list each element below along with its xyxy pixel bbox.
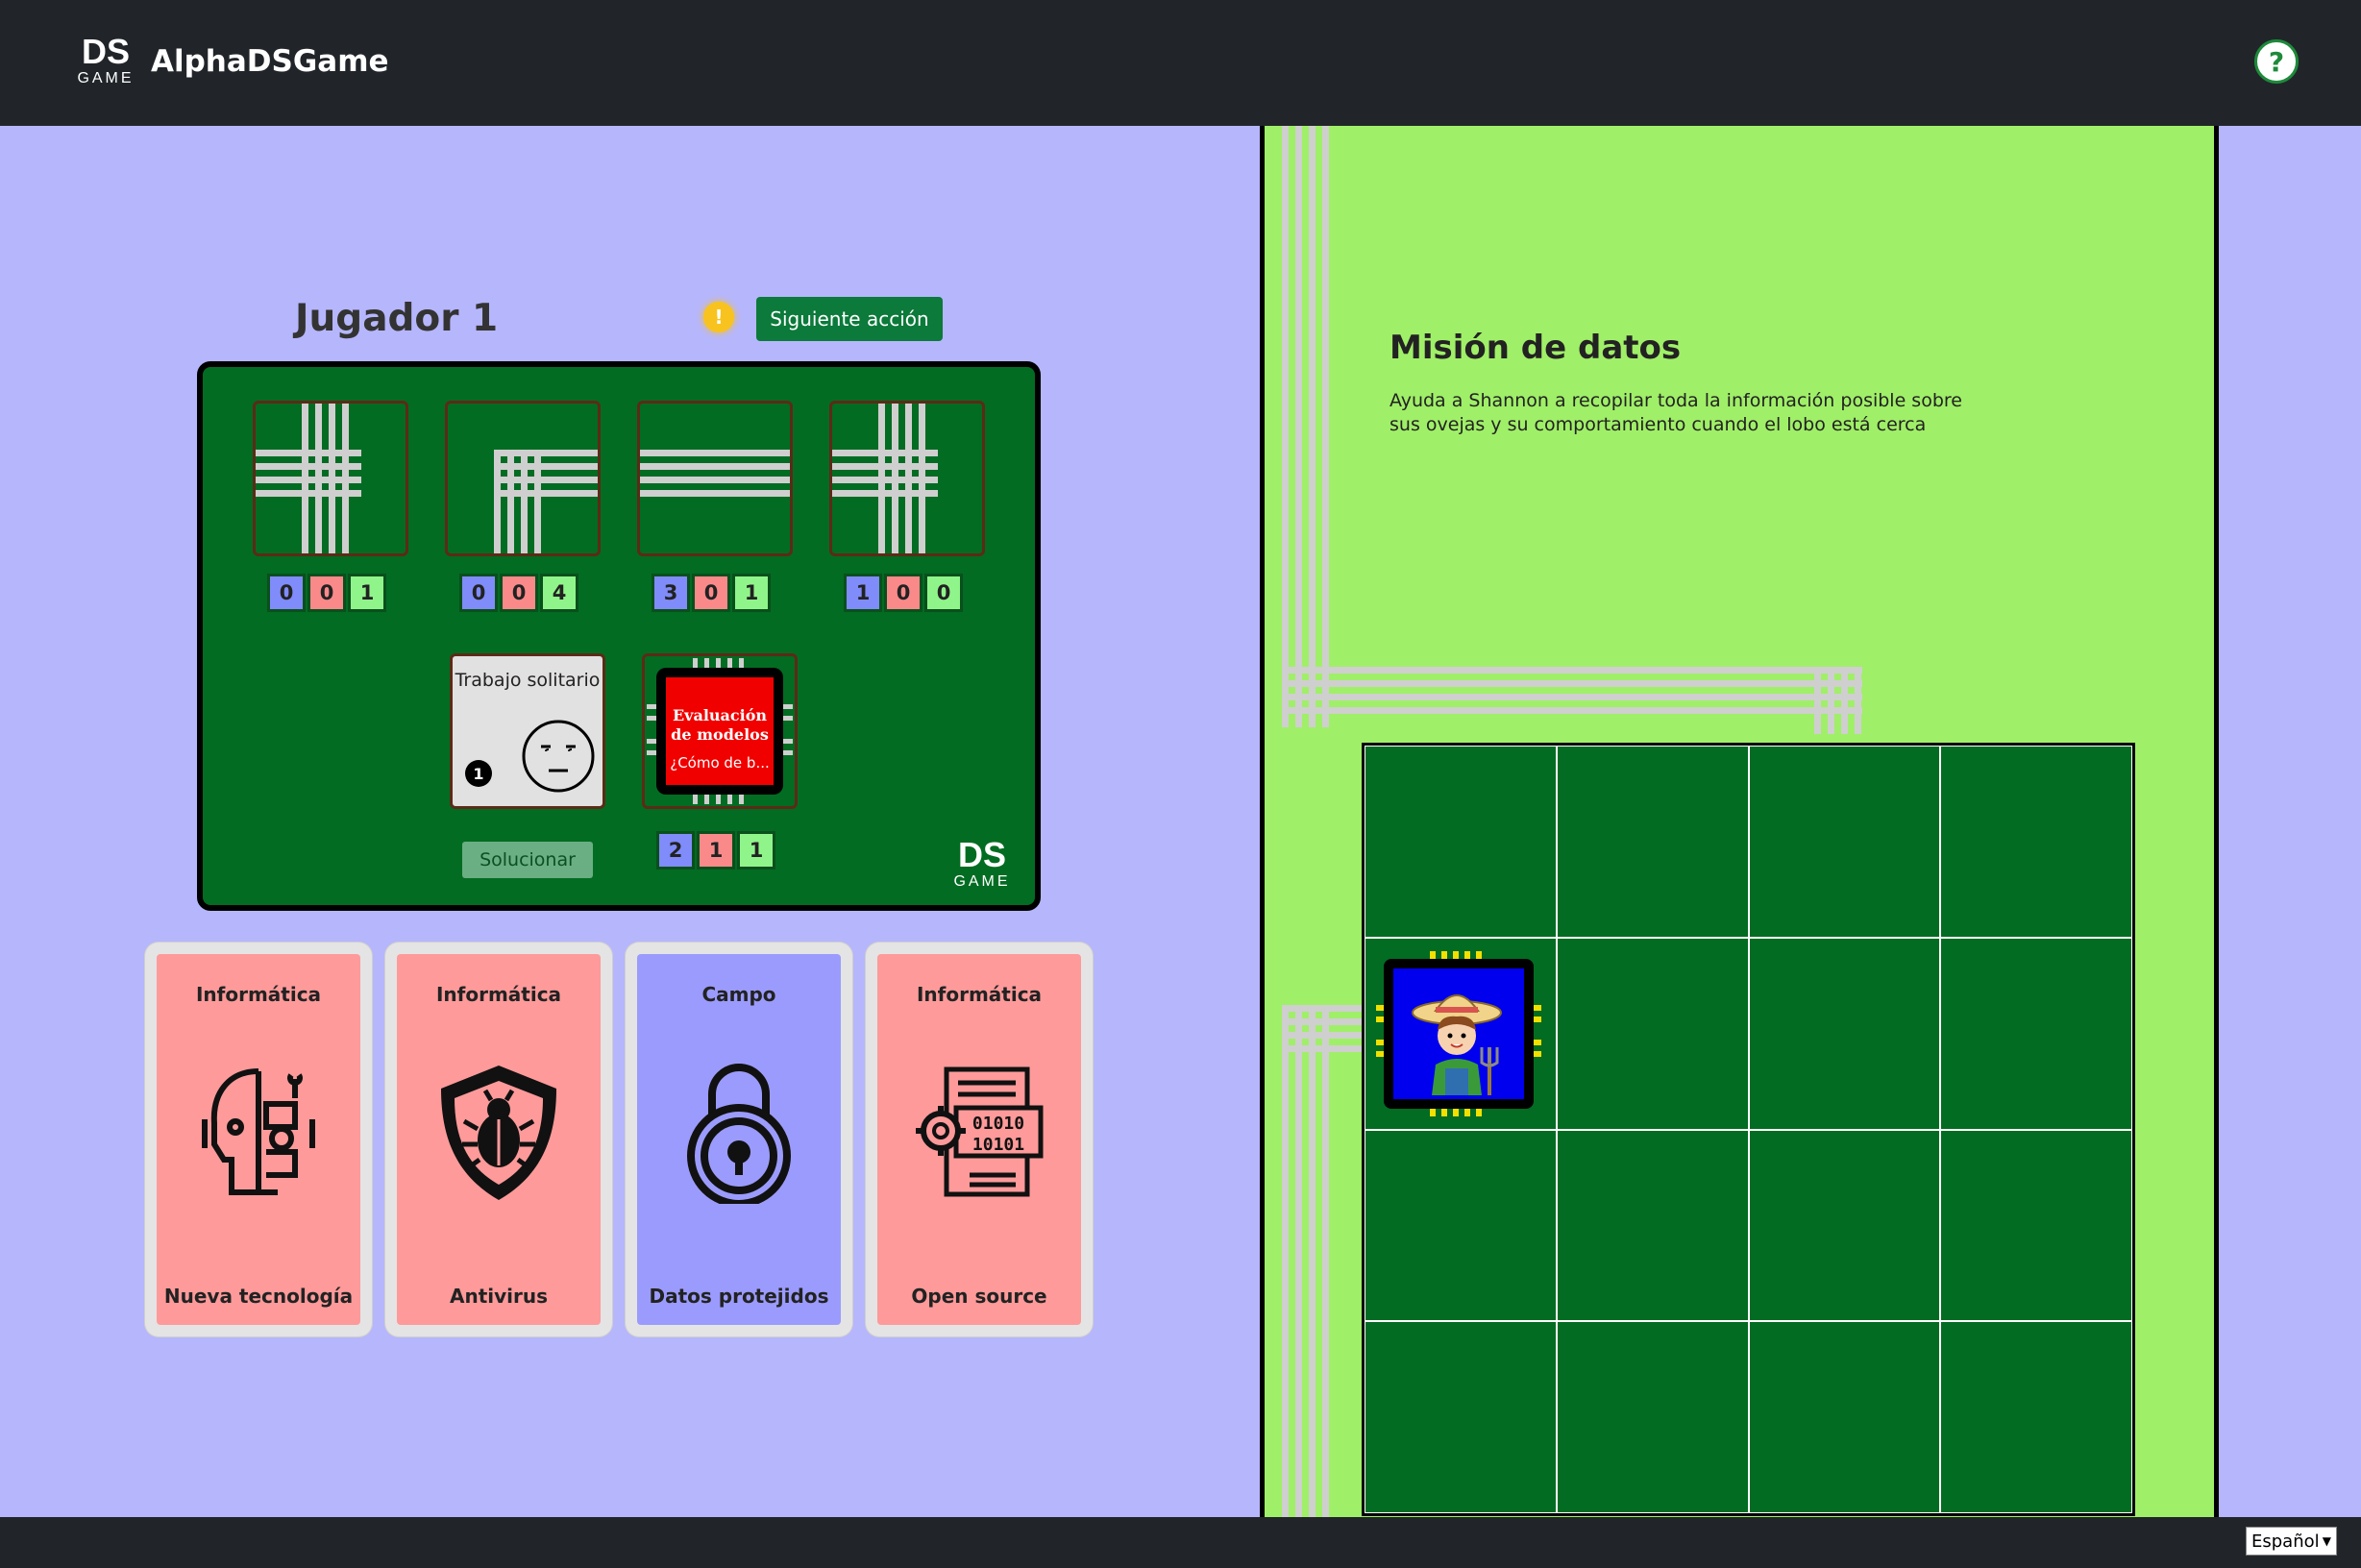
player-board: 0 0 1 0 0 4 3 0 1 1 0 0 Trabajo solitari… xyxy=(197,361,1041,911)
hand-card[interactable]: Informática 01010 10101 Open source xyxy=(866,943,1093,1336)
navbar: DS GAME AlphaDSGame ? xyxy=(0,0,2361,126)
card-name: Antivirus xyxy=(449,1285,549,1308)
solve-button[interactable]: Solucionar xyxy=(462,842,593,878)
card-name: Datos protejidos xyxy=(649,1285,829,1308)
right-margin xyxy=(2219,126,2361,1517)
help-button[interactable]: ? xyxy=(2254,39,2299,84)
count-blue: 0 xyxy=(462,576,495,609)
grid-cell[interactable] xyxy=(1365,746,1557,938)
ds-game-logo: DS GAME xyxy=(953,836,1010,890)
tile-counts: 3 0 1 xyxy=(654,576,768,609)
count-green: 0 xyxy=(927,576,960,609)
count-green: 4 xyxy=(543,576,576,609)
road-tile[interactable] xyxy=(445,401,601,556)
code-document-icon: 01010 10101 xyxy=(916,1066,1044,1197)
problem-card-title: Trabajo solitario xyxy=(455,670,601,691)
mission-title: Misión de datos xyxy=(1390,329,1682,367)
road-tile[interactable] xyxy=(829,401,985,556)
tile-counts: 0 0 4 xyxy=(462,576,576,609)
padlock-icon xyxy=(687,1064,791,1204)
hand-card[interactable]: Campo Datos protejidos xyxy=(626,943,852,1336)
grid-cell[interactable] xyxy=(1365,1129,1557,1322)
grid-cell[interactable] xyxy=(1940,1129,2132,1322)
robot-head-icon xyxy=(202,1068,315,1195)
hand-card-face: Informática 01010 10101 Open source xyxy=(877,954,1081,1325)
language-value: Español xyxy=(2251,1531,2320,1552)
neutral-face-icon xyxy=(522,720,595,793)
mission-grid xyxy=(1362,743,2135,1516)
grid-cell[interactable] xyxy=(1556,746,1749,938)
card-category: Informática xyxy=(195,983,322,1006)
count-red: 0 xyxy=(503,576,535,609)
card-name: Nueva tecnología xyxy=(163,1285,354,1308)
road-corner-icon xyxy=(494,450,598,553)
grid-cell[interactable] xyxy=(1556,1321,1749,1513)
grid-cell[interactable] xyxy=(1365,1321,1557,1513)
tile-counts: 0 0 1 xyxy=(270,576,383,609)
language-select[interactable]: Español ▼ xyxy=(2246,1527,2337,1556)
grid-cell[interactable] xyxy=(1748,1129,1941,1322)
farmer-player-token[interactable] xyxy=(1376,951,1541,1116)
count-blue: 1 xyxy=(847,576,879,609)
count-green: 1 xyxy=(351,576,383,609)
hand-card-face: Informática Antivirus xyxy=(397,954,601,1325)
count-blue: 0 xyxy=(270,576,303,609)
svg-text:10101: 10101 xyxy=(972,1135,1024,1155)
svg-text:DS: DS xyxy=(958,836,1006,874)
road-cross-icon xyxy=(256,404,361,553)
grid-cell[interactable] xyxy=(1940,937,2132,1130)
chip-title: Evaluación de modelos xyxy=(671,706,769,744)
svg-text:01010: 01010 xyxy=(972,1114,1024,1134)
svg-text:GAME: GAME xyxy=(77,70,134,86)
svg-text:DS: DS xyxy=(82,33,130,71)
hand-card[interactable]: Informática Antivirus xyxy=(385,943,612,1336)
count-red: 1 xyxy=(700,834,732,867)
warning-icon[interactable]: ! xyxy=(703,302,734,332)
next-action-button[interactable]: Siguiente acción xyxy=(756,297,943,341)
road-cross-icon xyxy=(832,404,938,553)
grid-cell[interactable] xyxy=(1940,1321,2132,1513)
count-red: 0 xyxy=(887,576,920,609)
card-category: Campo xyxy=(701,983,776,1006)
question-icon: ? xyxy=(2268,45,2285,78)
app-title[interactable]: AlphaDSGame xyxy=(151,42,389,81)
chip-subtitle: ¿Cómo de b... xyxy=(670,754,770,772)
grid-cell[interactable] xyxy=(1556,937,1749,1130)
svg-text:GAME: GAME xyxy=(953,873,1010,890)
problem-card[interactable]: Trabajo solitario 1 xyxy=(450,653,605,809)
road-tile[interactable] xyxy=(253,401,408,556)
road-tile[interactable] xyxy=(637,401,793,556)
chip-counts: 2 1 1 xyxy=(659,834,773,867)
count-red: 0 xyxy=(695,576,727,609)
grid-cell[interactable] xyxy=(1556,1129,1749,1322)
card-category: Informática xyxy=(916,983,1043,1006)
hand-card[interactable]: Informática Nueva tecnología xyxy=(145,943,372,1336)
count-blue: 2 xyxy=(659,834,692,867)
hand-card-face: Campo Datos protejidos xyxy=(637,954,841,1325)
card-category: Informática xyxy=(435,983,562,1006)
footer xyxy=(0,1517,2361,1568)
ds-game-logo[interactable]: DS GAME xyxy=(67,33,144,86)
grid-cell[interactable] xyxy=(1940,746,2132,938)
player-name: Jugador 1 xyxy=(295,297,499,340)
tile-counts: 1 0 0 xyxy=(847,576,960,609)
problem-card-badge: 1 xyxy=(465,760,492,787)
road-straight-icon xyxy=(640,450,790,497)
mission-description: Ayuda a Shannon a recopilar toda la info… xyxy=(1390,390,1962,435)
count-green: 1 xyxy=(735,576,768,609)
grid-cell[interactable] xyxy=(1748,1321,1941,1513)
card-name: Open source xyxy=(911,1285,1047,1308)
count-red: 0 xyxy=(310,576,343,609)
grid-cell[interactable] xyxy=(1748,746,1941,938)
chip-face: Evaluación de modelos ¿Cómo de b... xyxy=(666,677,774,785)
bug-shield-icon xyxy=(441,1066,556,1200)
chevron-down-icon: ▼ xyxy=(2322,1534,2331,1548)
count-blue: 3 xyxy=(654,576,687,609)
hand-card-face: Informática Nueva tecnología xyxy=(157,954,360,1325)
chip-body: Evaluación de modelos ¿Cómo de b... xyxy=(656,668,783,795)
grid-cell[interactable] xyxy=(1748,937,1941,1130)
model-evaluation-card[interactable]: Evaluación de modelos ¿Cómo de b... xyxy=(642,653,798,809)
count-green: 1 xyxy=(740,834,773,867)
